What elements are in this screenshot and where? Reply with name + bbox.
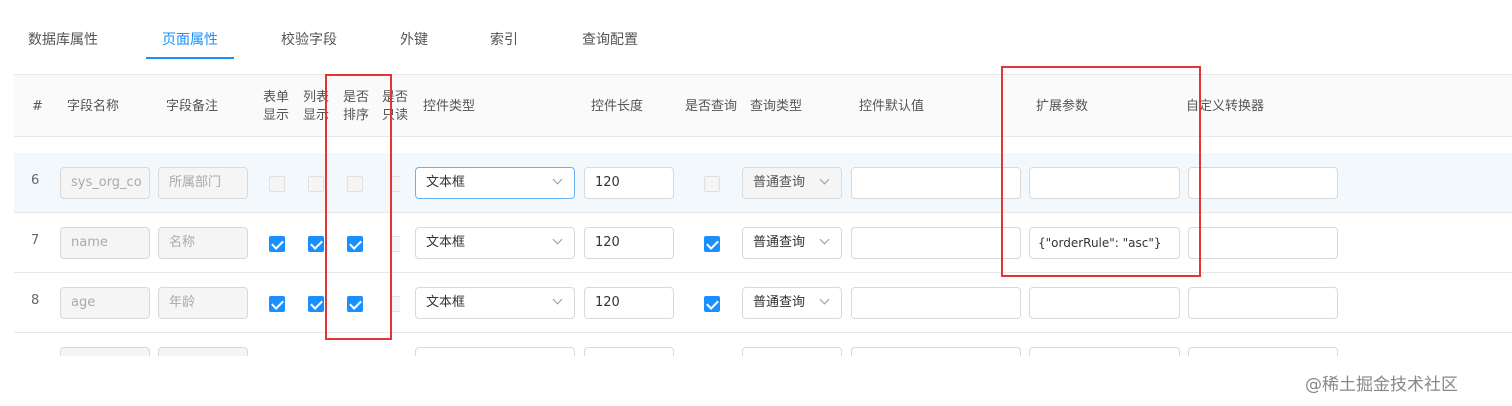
form-show-checkbox[interactable] bbox=[269, 176, 285, 192]
control-type-select[interactable]: 文本框 bbox=[415, 227, 575, 259]
field-config-table: # 字段名称 字段备注 表单 显示 列表 显示 是否 排序 是否 只读 控件类型… bbox=[14, 74, 1512, 356]
list-show-checkbox[interactable] bbox=[308, 176, 324, 192]
query-type-select[interactable] bbox=[742, 347, 842, 356]
watermark-text: @稀土掘金技术社区 bbox=[1305, 375, 1458, 395]
chevron-down-icon bbox=[820, 236, 829, 245]
field-name-input[interactable]: sys_org_co bbox=[60, 167, 150, 199]
readonly-checkbox[interactable] bbox=[390, 236, 400, 252]
control-length-input[interactable] bbox=[584, 347, 674, 356]
col-is-query: 是否查询 bbox=[685, 99, 738, 114]
ext-params-input[interactable] bbox=[1029, 287, 1180, 319]
query-type-select[interactable]: 普通查询 bbox=[742, 227, 842, 259]
col-query-type: 查询类型 bbox=[750, 99, 803, 114]
is-query-checkbox[interactable] bbox=[704, 176, 720, 192]
is-query-checkbox[interactable] bbox=[704, 236, 720, 252]
control-length-input[interactable]: 120 bbox=[584, 227, 674, 259]
custom-converter-input[interactable] bbox=[1188, 347, 1338, 356]
col-readonly: 是否 只读 bbox=[382, 90, 409, 123]
custom-converter-input[interactable] bbox=[1188, 167, 1338, 199]
col-control-length: 控件长度 bbox=[591, 99, 644, 114]
is-query-checkbox[interactable] bbox=[704, 296, 720, 312]
list-show-checkbox[interactable] bbox=[308, 236, 324, 252]
control-default-input[interactable] bbox=[851, 347, 1021, 356]
query-type-select[interactable]: 普通查询 bbox=[742, 167, 842, 199]
tab-query-config[interactable]: 查询配置 bbox=[582, 30, 638, 50]
ext-params-input[interactable] bbox=[1029, 167, 1180, 199]
row-index: 8 bbox=[31, 293, 40, 308]
control-default-input[interactable] bbox=[851, 227, 1021, 259]
field-note-input[interactable] bbox=[158, 347, 248, 356]
col-field-note: 字段备注 bbox=[166, 99, 219, 114]
tab-validation-fields[interactable]: 校验字段 bbox=[281, 30, 337, 50]
control-default-input[interactable] bbox=[851, 167, 1021, 199]
chevron-down-icon bbox=[820, 296, 829, 305]
col-control-type: 控件类型 bbox=[423, 99, 476, 114]
tab-bar: 数据库属性 页面属性 校验字段 外键 索引 查询配置 bbox=[0, 0, 1512, 60]
list-show-checkbox[interactable] bbox=[308, 296, 324, 312]
col-index: # bbox=[32, 99, 43, 114]
control-type-select[interactable]: 文本框 bbox=[415, 287, 575, 319]
tab-indexes[interactable]: 索引 bbox=[490, 30, 518, 50]
col-field-name: 字段名称 bbox=[67, 99, 120, 114]
table-row: 6 sys_org_co 所属部门 文本框 120 普通查询 bbox=[14, 153, 1512, 213]
tab-foreign-keys[interactable]: 外键 bbox=[400, 30, 428, 50]
readonly-checkbox[interactable] bbox=[390, 176, 400, 192]
table-row bbox=[14, 333, 1512, 356]
ext-params-input[interactable] bbox=[1029, 347, 1180, 356]
readonly-checkbox[interactable] bbox=[390, 296, 400, 312]
sortable-checkbox[interactable] bbox=[347, 176, 363, 192]
sortable-checkbox[interactable] bbox=[347, 236, 363, 252]
control-type-select[interactable] bbox=[415, 347, 575, 356]
chevron-down-icon bbox=[820, 176, 829, 185]
custom-converter-input[interactable] bbox=[1188, 287, 1338, 319]
row-index: 7 bbox=[31, 233, 40, 248]
field-note-input[interactable]: 名称 bbox=[158, 227, 248, 259]
col-sortable: 是否 排序 bbox=[343, 90, 370, 123]
table-row: 7 name 名称 文本框 120 普通查询 {"orderRule": "as… bbox=[14, 213, 1512, 273]
field-name-input[interactable]: age bbox=[60, 287, 150, 319]
field-note-input[interactable]: 年龄 bbox=[158, 287, 248, 319]
col-custom-converter: 自定义转换器 bbox=[1186, 99, 1265, 114]
chevron-down-icon bbox=[553, 176, 562, 185]
active-tab-indicator bbox=[146, 57, 234, 59]
col-control-default: 控件默认值 bbox=[859, 99, 925, 114]
field-name-input[interactable]: name bbox=[60, 227, 150, 259]
control-default-input[interactable] bbox=[851, 287, 1021, 319]
form-show-checkbox[interactable] bbox=[269, 236, 285, 252]
chevron-down-icon bbox=[553, 296, 562, 305]
query-type-select[interactable]: 普通查询 bbox=[742, 287, 842, 319]
custom-converter-input[interactable] bbox=[1188, 227, 1338, 259]
control-type-select[interactable]: 文本框 bbox=[415, 167, 575, 199]
row-index: 6 bbox=[31, 173, 40, 188]
field-name-input[interactable] bbox=[60, 347, 150, 356]
table-row: 8 age 年龄 文本框 120 普通查询 bbox=[14, 273, 1512, 333]
field-note-input[interactable]: 所属部门 bbox=[158, 167, 248, 199]
col-ext-params: 扩展参数 bbox=[1036, 99, 1089, 114]
chevron-down-icon bbox=[553, 236, 562, 245]
tab-page-properties[interactable]: 页面属性 bbox=[162, 30, 218, 50]
sortable-checkbox[interactable] bbox=[347, 296, 363, 312]
table-header: # 字段名称 字段备注 表单 显示 列表 显示 是否 排序 是否 只读 控件类型… bbox=[14, 75, 1512, 137]
tab-db-properties[interactable]: 数据库属性 bbox=[28, 30, 98, 50]
control-length-input[interactable]: 120 bbox=[584, 167, 674, 199]
control-length-input[interactable]: 120 bbox=[584, 287, 674, 319]
ext-params-input[interactable]: {"orderRule": "asc"} bbox=[1029, 227, 1180, 259]
col-list-show: 列表 显示 bbox=[303, 90, 330, 123]
col-form-show: 表单 显示 bbox=[263, 90, 290, 123]
form-show-checkbox[interactable] bbox=[269, 296, 285, 312]
